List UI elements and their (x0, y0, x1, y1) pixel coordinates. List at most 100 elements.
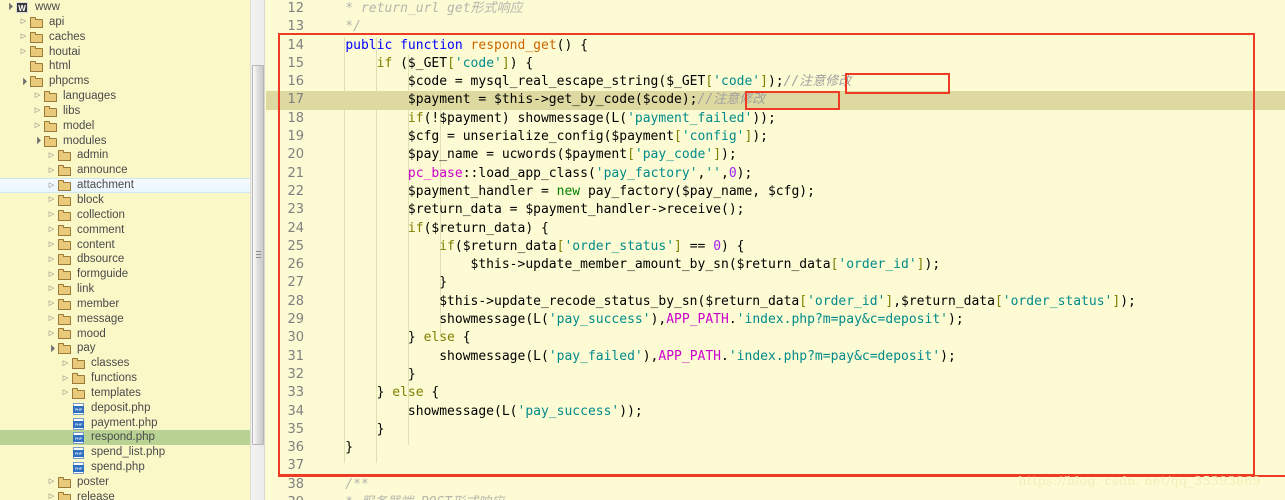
tree-item-admin[interactable]: admin (0, 148, 250, 163)
code-line[interactable]: 26 $this->update_member_amount_by_sn($re… (266, 256, 1285, 274)
tree-item-spend-list-php[interactable]: spend_list.php (0, 445, 250, 460)
folder-icon (57, 209, 73, 222)
code-line[interactable]: 17 $payment = $this->get_by_code($code);… (266, 91, 1285, 110)
code-line[interactable]: 30 } else { (266, 329, 1285, 347)
chevron-right-icon[interactable] (32, 89, 43, 103)
tree-item-link[interactable]: link (0, 282, 250, 297)
tree-item-announce[interactable]: announce (0, 163, 250, 178)
tree-item-www[interactable]: www (0, 0, 250, 15)
tree-item-respond-php[interactable]: respond.php (0, 430, 250, 446)
chevron-right-icon[interactable] (46, 193, 57, 207)
tree-item-houtai[interactable]: houtai (0, 45, 250, 60)
code-line[interactable]: 34 showmessage(L('pay_success')); (266, 403, 1285, 421)
tree-item-api[interactable]: api (0, 15, 250, 30)
code-line[interactable]: 21 pc_base::load_app_class('pay_factory'… (266, 165, 1285, 183)
tree-item-block[interactable]: block (0, 193, 250, 208)
code-line[interactable]: 27 } (266, 274, 1285, 292)
chevron-right-icon[interactable] (60, 357, 71, 371)
scrollbar-thumb[interactable] (252, 65, 264, 445)
code-line[interactable]: 29 showmessage(L('pay_success'),APP_PATH… (266, 311, 1285, 329)
tree-item-classes[interactable]: classes (0, 356, 250, 371)
chevron-right-icon[interactable] (46, 208, 57, 222)
tree-item-comment[interactable]: comment (0, 223, 250, 238)
code-line[interactable]: 15 if ($_GET['code']) { (266, 55, 1285, 73)
tree-item-formguide[interactable]: formguide (0, 267, 250, 282)
code-line[interactable]: 32 } (266, 366, 1285, 384)
code-line[interactable]: 22 $payment_handler = new pay_factory($p… (266, 183, 1285, 201)
code-line[interactable]: 35 } (266, 421, 1285, 439)
code-line[interactable]: 20 $pay_name = ucwords($payment['pay_cod… (266, 146, 1285, 164)
tree-item-poster[interactable]: poster (0, 475, 250, 490)
chevron-right-icon[interactable] (46, 253, 57, 267)
chevron-right-icon[interactable] (46, 223, 57, 237)
code-token: public function (345, 37, 471, 53)
line-number: 37 (287, 458, 304, 474)
tree-item-attachment[interactable]: attachment (0, 178, 250, 193)
tree-item-release[interactable]: release (0, 490, 250, 500)
tree-item-model[interactable]: model (0, 119, 250, 134)
chevron-right-icon[interactable] (32, 104, 43, 118)
tree-item-collection[interactable]: collection (0, 208, 250, 223)
tree-item-payment-php[interactable]: payment.php (0, 416, 250, 431)
chevron-right-icon[interactable] (60, 372, 71, 386)
code-line[interactable]: 39 * 服务器端 POST形式响应 (266, 494, 1285, 500)
tree-item-dbsource[interactable]: dbsource (0, 252, 250, 267)
chevron-down-icon[interactable] (32, 134, 43, 148)
tree-item-mood[interactable]: mood (0, 327, 250, 342)
code-line[interactable]: 12 * return_url get形式响应 (266, 0, 1285, 18)
chevron-right-icon[interactable] (46, 149, 57, 163)
code-line[interactable]: 28 $this->update_recode_status_by_sn($re… (266, 293, 1285, 311)
code-line[interactable]: 36 } (266, 439, 1285, 457)
chevron-right-icon[interactable] (46, 164, 57, 178)
chevron-right-icon[interactable] (46, 282, 57, 296)
chevron-right-icon[interactable] (18, 15, 29, 29)
chevron-right-icon[interactable] (46, 268, 57, 282)
folder-icon (29, 45, 45, 58)
code-line[interactable]: 18 if(!$payment) showmessage(L('payment_… (266, 110, 1285, 128)
tree-item-phpcms[interactable]: phpcms (0, 74, 250, 89)
tree-item-spend-php[interactable]: spend.php (0, 460, 250, 475)
tree-item-functions[interactable]: functions (0, 371, 250, 386)
chevron-right-icon[interactable] (18, 30, 29, 44)
chevron-right-icon[interactable] (60, 386, 71, 400)
chevron-right-icon[interactable] (18, 45, 29, 59)
chevron-right-icon[interactable] (46, 490, 57, 500)
tree-item-label: collection (77, 208, 125, 221)
chevron-right-icon[interactable] (46, 238, 57, 252)
code-line[interactable]: 31 showmessage(L('pay_failed'),APP_PATH.… (266, 348, 1285, 366)
chevron-down-icon[interactable] (18, 75, 29, 89)
tree-item-pay[interactable]: pay (0, 341, 250, 356)
tree-item-message[interactable]: message (0, 312, 250, 327)
code-line[interactable]: 14 public function respond_get() { (266, 37, 1285, 55)
tree-item-libs[interactable]: libs (0, 104, 250, 119)
tree-item-html[interactable]: html (0, 59, 250, 74)
chevron-right-icon[interactable] (46, 179, 57, 193)
code-line[interactable]: 13 */ (266, 18, 1285, 36)
tree-item-languages[interactable]: languages (0, 89, 250, 104)
tree-item-deposit-php[interactable]: deposit.php (0, 401, 250, 416)
sidebar-vertical-scrollbar[interactable] (250, 0, 265, 500)
line-number: 23 (287, 202, 304, 218)
chevron-down-icon[interactable] (46, 342, 57, 356)
chevron-right-icon[interactable] (46, 297, 57, 311)
tree-item-member[interactable]: member (0, 297, 250, 312)
code-line[interactable]: 23 $return_data = $payment_handler->rece… (266, 201, 1285, 219)
tree-item-modules[interactable]: modules (0, 134, 250, 149)
code-line[interactable]: 24 if($return_data) { (266, 220, 1285, 238)
chevron-right-icon[interactable] (46, 312, 57, 326)
chevron-right-icon[interactable] (46, 327, 57, 341)
chevron-right-icon[interactable] (32, 119, 43, 133)
code-line[interactable]: 25 if($return_data['order_status'] == 0)… (266, 238, 1285, 256)
chevron-down-icon[interactable] (4, 0, 15, 14)
file-tree-sidebar[interactable]: www api caches houtai html phpcms languageslib… (0, 0, 250, 500)
tree-item-templates[interactable]: templates (0, 386, 250, 401)
code-editor-pane[interactable]: 12 * return_url get形式响应 13 */14 public fu… (266, 0, 1285, 500)
code-line[interactable]: 33 } else { (266, 384, 1285, 402)
code-line[interactable]: 16 $code = mysql_real_escape_string($_GE… (266, 73, 1285, 91)
chevron-right-icon[interactable] (46, 475, 57, 489)
code-line-text: showmessage(L('pay_success'),APP_PATH.'i… (314, 311, 963, 329)
tree-item-content[interactable]: content (0, 238, 250, 253)
tree-item-caches[interactable]: caches (0, 30, 250, 45)
code-line[interactable]: 19 $cfg = unserialize_config($payment['c… (266, 128, 1285, 146)
